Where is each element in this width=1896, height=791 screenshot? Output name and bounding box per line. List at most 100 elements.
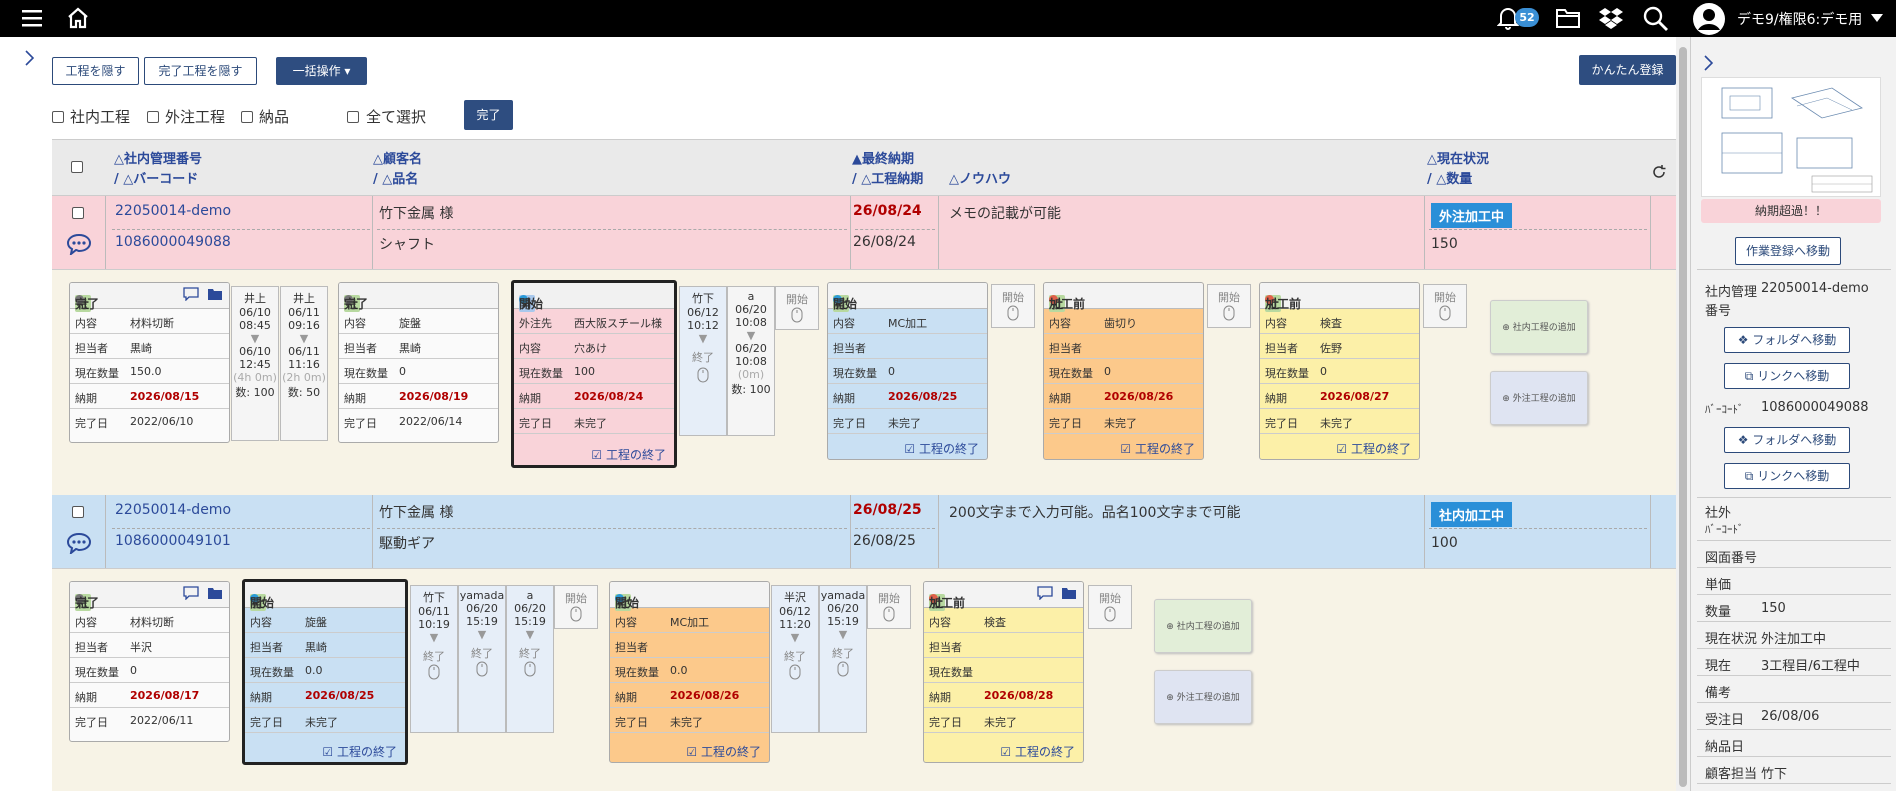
start-button[interactable]: 開始 xyxy=(1207,284,1251,328)
status-badge: 社内加工中 xyxy=(1431,502,1513,527)
folder-open-icon[interactable] xyxy=(207,586,223,600)
refresh-icon[interactable] xyxy=(1651,164,1667,180)
avatar-icon[interactable] xyxy=(1692,2,1726,36)
status-badge: 外注加工中 xyxy=(1431,203,1513,228)
user-name[interactable]: デモ9/権限6:デモ用 xyxy=(1737,9,1862,29)
process-card[interactable]: 6 社加工前 内容検査 担当者佐野 現在数量0 納期2026/08/27 完了日… xyxy=(1259,282,1420,460)
order-date-value: 26/08/06 xyxy=(1761,709,1820,724)
hide-process-button[interactable]: 工程を隠す xyxy=(52,57,139,85)
expand-left-icon[interactable] xyxy=(24,50,34,66)
time-log[interactable]: 半沢 06/12 11:20 ▼ 終了 xyxy=(771,585,819,733)
process-card[interactable]: 4 社開始 内容MC加工 担当者 現在数量0 納期2026/08/25 完了日未… xyxy=(827,282,988,460)
home-icon[interactable] xyxy=(66,6,90,30)
barcode-link[interactable]: 1086000049088 xyxy=(115,234,231,250)
done-button[interactable]: 完了 xyxy=(464,100,513,130)
header-status[interactable]: △現在状況 xyxy=(1427,148,1489,167)
header-final-due[interactable]: ▲最終納期 xyxy=(852,148,914,167)
comment-icon[interactable] xyxy=(183,586,199,600)
link-button[interactable]: ⧉ リンクへ移動 xyxy=(1724,363,1850,389)
mgmt-no-link[interactable]: 22050014-demo xyxy=(115,203,231,219)
header-product[interactable]: / △品名 xyxy=(373,168,418,187)
process-card[interactable]: 4 社加工前 内容検査 担当者 現在数量 納期2026/08/28 完了日未完了… xyxy=(923,581,1084,763)
folder-button-2[interactable]: ❖ フォルダへ移動 xyxy=(1724,427,1850,453)
chat-icon[interactable] xyxy=(66,233,92,255)
folder-open-icon[interactable] xyxy=(207,287,223,301)
time-log[interactable]: a 06/20 10:08 ▼ 06/20 10:08 (0m) 数: 100 xyxy=(727,286,775,436)
filter-internal-checkbox[interactable] xyxy=(52,111,64,123)
process-card[interactable]: 5 社加工前 内容歯切り 担当者 現在数量0 納期2026/08/26 完了日未… xyxy=(1043,282,1204,460)
folder-icon[interactable] xyxy=(1555,7,1581,29)
add-external-process-button[interactable]: ⊕ 外注工程の追加 xyxy=(1490,371,1588,425)
work-register-button[interactable]: 作業登録へ移動 xyxy=(1735,237,1841,265)
header-mgmt-no[interactable]: △社内管理番号 xyxy=(114,148,202,167)
time-log[interactable]: 竹下 06/11 10:19 ▼ 終了 xyxy=(410,585,458,733)
finish-process-link[interactable]: ☑ 工程の終了 xyxy=(514,446,674,463)
chevron-down-icon[interactable] xyxy=(1871,14,1883,22)
finish-process-link[interactable]: ☑ 工程の終了 xyxy=(1044,440,1203,457)
delivery-date-label: 納品日 xyxy=(1705,740,1745,755)
folder-open-icon[interactable] xyxy=(1061,586,1077,600)
scrollbar-thumb[interactable] xyxy=(1679,47,1687,787)
dropbox-icon[interactable] xyxy=(1599,7,1623,29)
folder-button[interactable]: ❖ フォルダへ移動 xyxy=(1724,327,1850,353)
order-checkbox[interactable] xyxy=(72,207,84,219)
filter-delivery-checkbox[interactable] xyxy=(241,111,253,123)
finish-process-link[interactable]: ☑ 工程の終了 xyxy=(245,743,405,760)
time-log[interactable]: 竹下 06/12 10:12 ▼ 終了 xyxy=(679,286,727,436)
comment-icon[interactable] xyxy=(1037,586,1053,600)
header-barcode[interactable]: / △バーコード xyxy=(114,168,198,187)
process-card-selected[interactable]: 3 外開始 外注先西大阪スチール様 内容穴あけ 現在数量100 納期2026/0… xyxy=(511,280,677,468)
start-button[interactable]: 開始 xyxy=(1423,284,1467,328)
quick-register-button[interactable]: かんたん登録 xyxy=(1579,55,1676,85)
process-card[interactable]: 2 社完了 内容旋盤 担当者黒崎 現在数量0 納期2026/08/19 完了日2… xyxy=(338,282,499,443)
order-date-label: 受注日 xyxy=(1705,713,1745,728)
product-name: シャフト xyxy=(379,237,435,253)
process-card[interactable]: 3 社開始 内容MC加工 担当者 現在数量0.0 納期2026/08/26 完了… xyxy=(609,581,770,763)
main-area: 工程を隠す 完了工程を隠す 一括操作 ▾ かんたん登録 社内工程 外注工程 納品… xyxy=(0,37,1690,791)
header-qty[interactable]: / △数量 xyxy=(1427,168,1472,187)
header-customer[interactable]: △顧客名 xyxy=(373,148,422,167)
product-name: 駆動ギア xyxy=(379,536,435,552)
comment-icon[interactable] xyxy=(183,287,199,301)
link-button-2[interactable]: ⧉ リンクへ移動 xyxy=(1724,463,1850,489)
finish-process-link[interactable]: ☑ 工程の終了 xyxy=(610,743,769,760)
hide-done-button[interactable]: 完了工程を隠す xyxy=(144,57,257,85)
process-card[interactable]: 1 社完了 内容材料切断 担当者半沢 現在数量0 納期2026/08/17 完了… xyxy=(69,581,230,742)
add-external-process-button[interactable]: ⊕ 外注工程の追加 xyxy=(1154,670,1252,724)
qty-label: 数量 xyxy=(1705,605,1732,620)
select-all-checkbox[interactable] xyxy=(347,111,359,123)
process-card-selected[interactable]: 2 社開始 内容旋盤 担当者黒崎 現在数量0.0 納期2026/08/25 完了… xyxy=(242,579,408,765)
header-checkbox[interactable] xyxy=(71,161,83,173)
time-log[interactable]: a 06/20 15:19 ▼ 終了 xyxy=(506,585,554,733)
header-knowhow[interactable]: △ノウハウ xyxy=(949,168,1011,187)
start-button[interactable]: 開始 xyxy=(1088,585,1132,629)
start-button[interactable]: 開始 xyxy=(775,286,819,330)
chat-icon[interactable] xyxy=(66,532,92,554)
add-internal-process-button[interactable]: ⊕ 社内工程の追加 xyxy=(1490,300,1588,354)
barcode-link[interactable]: 1086000049101 xyxy=(115,533,231,549)
search-icon[interactable] xyxy=(1643,6,1669,32)
scrollbar[interactable] xyxy=(1676,37,1690,791)
unit-price-label: 単価 xyxy=(1705,578,1732,593)
time-log[interactable]: 井上 06/11 09:16 ▼ 06/11 11:16 (2h 0m) 数: 50 xyxy=(280,286,328,441)
notification-badge[interactable]: 52 xyxy=(1515,8,1539,27)
time-log[interactable]: yamada 06/20 15:19 ▼ 終了 xyxy=(458,585,506,733)
header-proc-due[interactable]: / △工程納期 xyxy=(852,168,923,187)
process-card[interactable]: 1 社完了 内容材料切断 担当者黒崎 現在数量150.0 納期2026/08/1… xyxy=(69,282,230,443)
time-log[interactable]: 井上 06/10 08:45 ▼ 06/10 12:45 (4h 0m) 数: 100 xyxy=(231,286,279,441)
start-button[interactable]: 開始 xyxy=(991,284,1035,328)
start-button[interactable]: 開始 xyxy=(867,585,911,629)
add-internal-process-button[interactable]: ⊕ 社内工程の追加 xyxy=(1154,599,1252,653)
menu-icon[interactable] xyxy=(22,9,42,27)
finish-process-link[interactable]: ☑ 工程の終了 xyxy=(1260,440,1419,457)
collapse-right-icon[interactable] xyxy=(1703,55,1713,71)
time-log[interactable]: yamada 06/20 15:19 ▼ 終了 xyxy=(819,585,867,733)
start-button[interactable]: 開始 xyxy=(554,585,598,629)
filter-external-checkbox[interactable] xyxy=(147,111,159,123)
finish-process-link[interactable]: ☑ 工程の終了 xyxy=(924,743,1083,760)
order-checkbox[interactable] xyxy=(72,506,84,518)
finish-process-link[interactable]: ☑ 工程の終了 xyxy=(828,440,987,457)
mgmt-no-link[interactable]: 22050014-demo xyxy=(115,502,231,518)
drawing-thumbnail[interactable] xyxy=(1701,77,1881,197)
bulk-action-button[interactable]: 一括操作 ▾ xyxy=(276,57,367,85)
